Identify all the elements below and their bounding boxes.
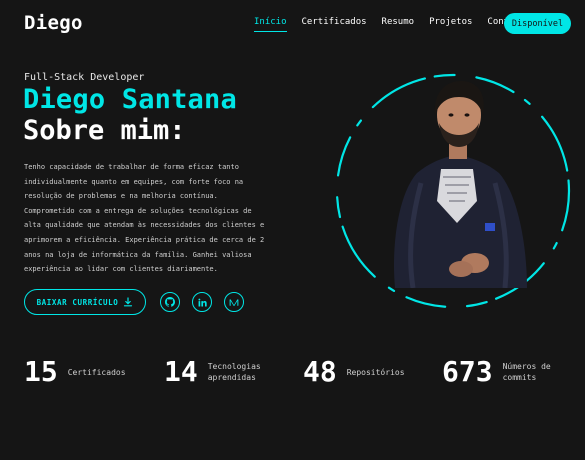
- about-heading: Sobre mim:: [23, 115, 186, 146]
- stat-label: Certificados: [67, 367, 126, 377]
- download-icon: [124, 297, 133, 307]
- stat-value: 673: [442, 355, 493, 388]
- stats-section: 15 Certificados 14 Tecnologias aprendidas…: [24, 358, 564, 394]
- stat-label: Repositórios: [346, 367, 405, 377]
- logo[interactable]: Diego: [24, 12, 83, 34]
- stat-commits: 673 Números de commits: [442, 358, 551, 386]
- nav-projetos[interactable]: Projetos: [429, 17, 472, 32]
- social-links: [160, 292, 244, 312]
- stat-label: Números de commits: [502, 362, 551, 382]
- hero-name: Diego Santana: [23, 84, 237, 115]
- linkedin-icon[interactable]: [192, 292, 212, 312]
- stat-value: 15: [24, 355, 58, 388]
- available-button[interactable]: Disponível: [504, 13, 571, 34]
- stat-value: 14: [164, 355, 198, 388]
- profile-photo-container: [333, 73, 573, 313]
- stat-value: 48: [303, 355, 337, 388]
- profile-photo: [393, 81, 527, 288]
- download-cv-label: BAIXAR CURRÍCULO: [36, 297, 119, 307]
- about-description: Tenho capacidade de trabalhar de forma e…: [24, 163, 265, 274]
- github-icon[interactable]: [160, 292, 180, 312]
- stat-label: Tecnologias aprendidas: [207, 362, 261, 382]
- medium-icon[interactable]: [224, 292, 244, 312]
- nav-resumo[interactable]: Resumo: [382, 17, 415, 32]
- stat-repositories: 48 Repositórios: [303, 358, 405, 386]
- download-cv-button[interactable]: BAIXAR CURRÍCULO: [24, 289, 146, 315]
- stat-technologies: 14 Tecnologias aprendidas: [164, 358, 261, 386]
- stat-certificates: 15 Certificados: [24, 358, 126, 386]
- nav-inicio[interactable]: Início: [254, 17, 287, 32]
- role-title: Full-Stack Developer: [24, 72, 145, 83]
- nav-certificados[interactable]: Certificados: [302, 17, 367, 32]
- main-nav: Início Certificados Resumo Projetos Cont…: [254, 17, 525, 32]
